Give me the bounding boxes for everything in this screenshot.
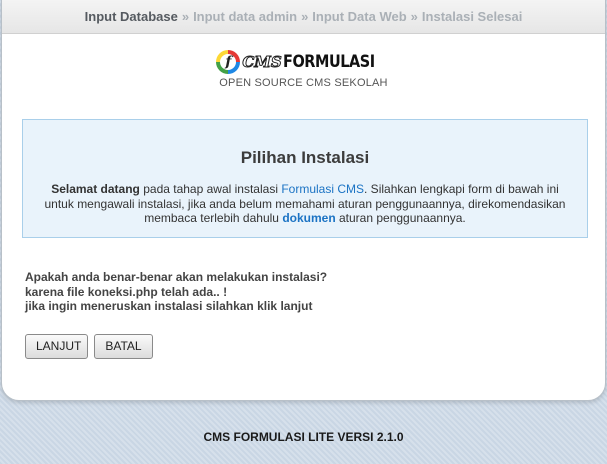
formulasi-cms-link[interactable]: Formulasi CMS (281, 182, 364, 196)
logo-badge-letter: f (225, 54, 232, 70)
footer-version: CMS FORMULASI LITE VERSI 2.1.0 (203, 430, 404, 444)
breadcrumb-step-input-database: Input Database (84, 9, 178, 24)
info-text: Selamat datang pada tahap awal instalasi… (41, 182, 569, 226)
batal-button[interactable]: BATAL (94, 334, 153, 359)
logo-badge-icon: f (216, 50, 241, 74)
logo-brand-text: FORMULASI (282, 52, 375, 72)
breadcrumb: Input Database» Input data admin» Input Da… (2, 0, 605, 34)
logo-row: f CMS FORMULASI (216, 47, 390, 77)
cms-logo: f CMS FORMULASI OPEN SOURCE CMS SEKOLAH (2, 47, 605, 89)
logo-subtitle: OPEN SOURCE CMS SEKOLAH (219, 77, 388, 89)
info-text-part-1: pada tahap awal instalasi (139, 182, 282, 196)
breadcrumb-separator: » (301, 9, 309, 24)
question-line-2: karena file koneksi.php telah ada.. ! (25, 284, 228, 299)
install-card: Input Database» Input data admin» Input Da… (1, 0, 606, 401)
breadcrumb-step-input-data-web: Input Data Web (312, 9, 407, 24)
breadcrumb-separator: » (410, 9, 418, 24)
info-text-part-3: aturan penggunaannya. (335, 211, 466, 225)
info-title: Pilihan Instalasi (240, 148, 370, 167)
dokumen-link[interactable]: dokumen (282, 211, 335, 225)
question-line-3: jika ingin meneruskan instalasi silahkan… (25, 299, 313, 313)
confirm-question: Apakah anda benar-benar akan melakukan i… (25, 270, 327, 314)
info-welcome: Selamat datang (51, 182, 140, 196)
logo-cms-text: CMS (242, 53, 282, 72)
breadcrumb-separator: » (181, 9, 190, 24)
question-line-1: Apakah anda benar-benar akan melakukan i… (25, 270, 328, 284)
breadcrumb-step-input-data-admin: Input data admin (193, 9, 298, 24)
lanjut-button[interactable]: LANJUT (25, 334, 88, 359)
breadcrumb-step-instalasi-selesai: Instalasi Selesai (421, 9, 523, 24)
info-box: Pilihan Instalasi Selamat datang pada ta… (22, 119, 588, 238)
